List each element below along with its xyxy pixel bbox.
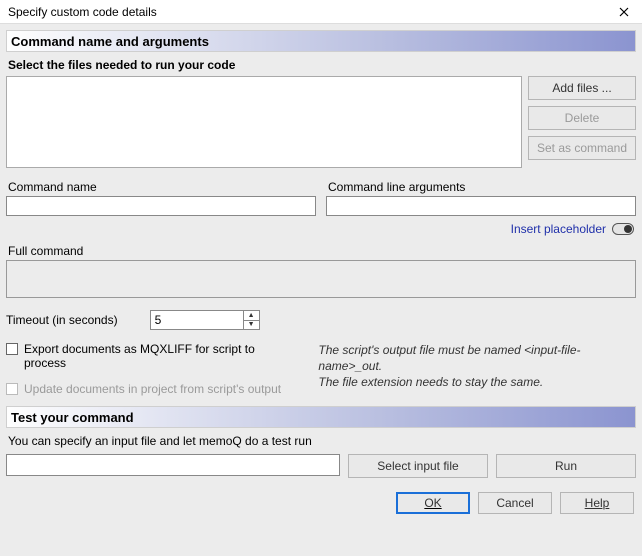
set-as-command-button[interactable]: Set as command [528,136,636,160]
insert-placeholder-link[interactable]: Insert placeholder [511,222,606,236]
test-description: You can specify an input file and let me… [6,428,636,454]
command-args-input[interactable] [326,196,636,216]
section-header-command-label: Command name and arguments [11,34,209,49]
command-args-label: Command line arguments [326,176,636,196]
section-header-test: Test your command [6,406,636,428]
add-files-label: Add files ... [552,81,611,95]
window-title: Specify custom code details [8,5,157,19]
timeout-label: Timeout (in seconds) [6,313,118,327]
hint-line2: The file extension needs to stay the sam… [318,374,636,390]
full-command-label: Full command [6,240,636,260]
section-header-test-label: Test your command [11,410,134,425]
cancel-button[interactable]: Cancel [478,492,552,514]
timeout-spinner[interactable]: ▲ ▼ [150,310,260,330]
full-command-display [6,260,636,298]
add-files-button[interactable]: Add files ... [528,76,636,100]
ok-button[interactable]: OK [396,492,470,514]
timeout-input[interactable] [151,311,243,329]
help-button[interactable]: Help [560,492,634,514]
export-mqxliff-checkbox[interactable] [6,343,18,355]
hint-line1: The script's output file must be named <… [318,342,636,374]
delete-button[interactable]: Delete [528,106,636,130]
select-input-file-button[interactable]: Select input file [348,454,488,478]
title-bar: Specify custom code details [0,0,642,24]
run-label: Run [555,459,577,473]
set-as-command-label: Set as command [537,141,627,155]
timeout-down-icon[interactable]: ▼ [244,320,259,330]
cancel-label: Cancel [496,496,533,510]
select-files-label: Select the files needed to run your code [6,52,636,76]
ok-label: OK [424,496,441,510]
section-header-command: Command name and arguments [6,30,636,52]
export-mqxliff-label: Export documents as MQXLIFF for script t… [24,342,298,370]
run-button[interactable]: Run [496,454,636,478]
dialog-body: Command name and arguments Select the fi… [0,24,642,520]
update-documents-label: Update documents in project from script'… [24,382,281,396]
test-input-file-input[interactable] [6,454,340,476]
command-name-input[interactable] [6,196,316,216]
delete-label: Delete [565,111,600,125]
update-documents-checkbox [6,383,18,395]
command-name-label: Command name [6,176,316,196]
insert-placeholder-toggle[interactable] [612,223,634,235]
select-input-file-label: Select input file [377,459,458,473]
timeout-up-icon[interactable]: ▲ [244,311,259,320]
close-button[interactable] [610,2,638,22]
help-label: Help [585,496,610,510]
files-listbox[interactable] [6,76,522,168]
